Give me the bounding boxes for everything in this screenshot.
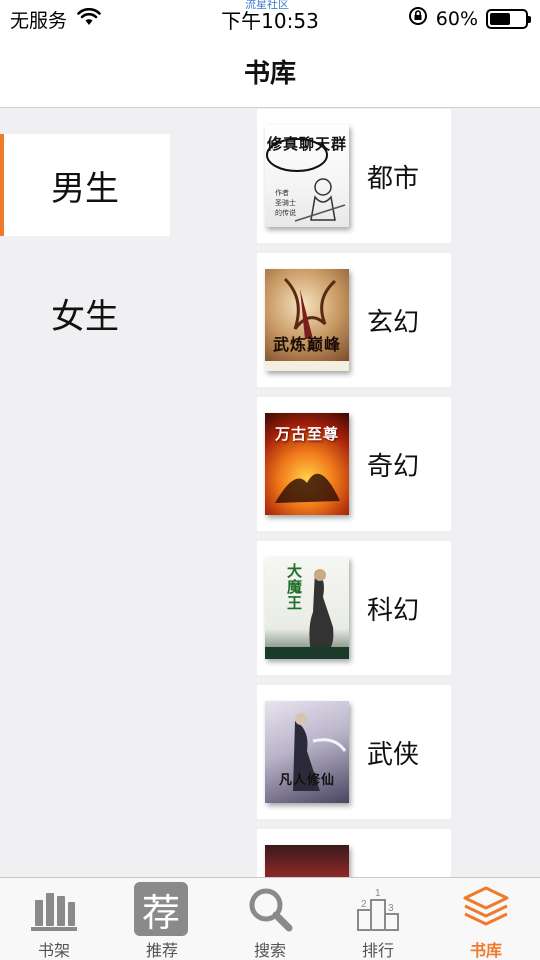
tab-search[interactable]: 搜索 bbox=[216, 878, 324, 960]
ranking-icon: 1 2 3 bbox=[353, 884, 403, 934]
book-cover: 修真聊天群 作者 圣骑士 的传说 bbox=[265, 125, 349, 227]
genre-card-xuanhuan[interactable]: 武炼巅峰 玄幻 bbox=[257, 253, 451, 387]
library-icon bbox=[461, 884, 511, 934]
genre-card-scifi[interactable]: 大魔王 科幻 bbox=[257, 541, 451, 675]
book-cover: 万古至尊 bbox=[265, 413, 349, 515]
nav-bar: 书库 bbox=[0, 36, 540, 108]
genre-card-xianxia[interactable]: 仙侠 bbox=[257, 829, 451, 877]
category-female[interactable]: 女生 bbox=[0, 262, 170, 364]
genre-card-fantasy[interactable]: 万古至尊 奇幻 bbox=[257, 397, 451, 531]
category-male[interactable]: 男生 bbox=[0, 134, 170, 236]
cover-title: 大魔王 bbox=[285, 563, 303, 611]
status-right: 60% bbox=[408, 6, 531, 31]
genre-label: 仙侠 bbox=[367, 829, 419, 877]
status-bar: 无服务 流星社区 下午10:53 60% bbox=[0, 0, 540, 36]
category-sidebar: 男生 女生 bbox=[0, 109, 170, 877]
genre-label: 武侠 bbox=[367, 739, 420, 770]
genre-card-urban[interactable]: 修真聊天群 作者 圣骑士 的传说 都市 bbox=[257, 109, 451, 243]
tab-recommend[interactable]: 荐 推荐 bbox=[108, 878, 216, 960]
svg-text:作者: 作者 bbox=[275, 188, 289, 197]
tab-label: 书架 bbox=[37, 941, 70, 960]
tab-ranking[interactable]: 1 2 3 排行 bbox=[324, 878, 432, 960]
battery-percent: 60% bbox=[435, 7, 478, 30]
genre-label: 奇幻 bbox=[367, 451, 420, 482]
genre-label: 都市 bbox=[367, 163, 420, 194]
bookshelf-icon bbox=[29, 884, 79, 934]
category-label: 女生 bbox=[51, 296, 119, 337]
tab-label: 推荐 bbox=[145, 941, 178, 960]
book-cover: 凡人修仙 bbox=[265, 701, 349, 803]
recommend-icon: 荐 bbox=[134, 882, 188, 936]
cover-title: 武炼巅峰 bbox=[272, 335, 341, 354]
genre-card-wuxia[interactable]: 凡人修仙 武侠 bbox=[257, 685, 451, 819]
tab-bookshelf[interactable]: 书架 bbox=[0, 878, 108, 960]
book-cover: 大魔王 bbox=[265, 557, 349, 659]
rank-number-1: 1 bbox=[375, 888, 381, 899]
battery-icon bbox=[486, 8, 531, 29]
tab-label: 排行 bbox=[361, 941, 394, 960]
recommend-icon-text: 荐 bbox=[141, 890, 180, 935]
genre-label: 科幻 bbox=[367, 595, 420, 626]
tab-label: 书库 bbox=[469, 941, 502, 960]
rank-number-2: 2 bbox=[361, 899, 367, 910]
orientation-lock-icon bbox=[408, 6, 428, 31]
tab-bar: 书架 荐 推荐 搜索 1 2 3 排行 书库 bbox=[0, 877, 540, 960]
battery-level bbox=[490, 12, 511, 25]
genre-label: 玄幻 bbox=[367, 307, 420, 338]
svg-text:圣骑士: 圣骑士 bbox=[275, 198, 296, 207]
search-icon bbox=[245, 884, 295, 934]
book-cover bbox=[265, 845, 349, 877]
rank-number-3: 3 bbox=[388, 903, 394, 914]
page-title: 书库 bbox=[243, 59, 296, 89]
tab-label: 搜索 bbox=[253, 941, 286, 960]
genre-list: 修真聊天群 作者 圣骑士 的传说 都市 武炼巅峰 玄幻 万古至尊 奇幻 大魔王 … bbox=[257, 109, 451, 877]
svg-text:的传说: 的传说 bbox=[275, 208, 296, 217]
tab-library[interactable]: 书库 bbox=[432, 878, 540, 960]
book-cover: 武炼巅峰 bbox=[265, 269, 349, 371]
cover-title: 凡人修仙 bbox=[278, 773, 335, 788]
category-label: 男生 bbox=[51, 168, 119, 209]
